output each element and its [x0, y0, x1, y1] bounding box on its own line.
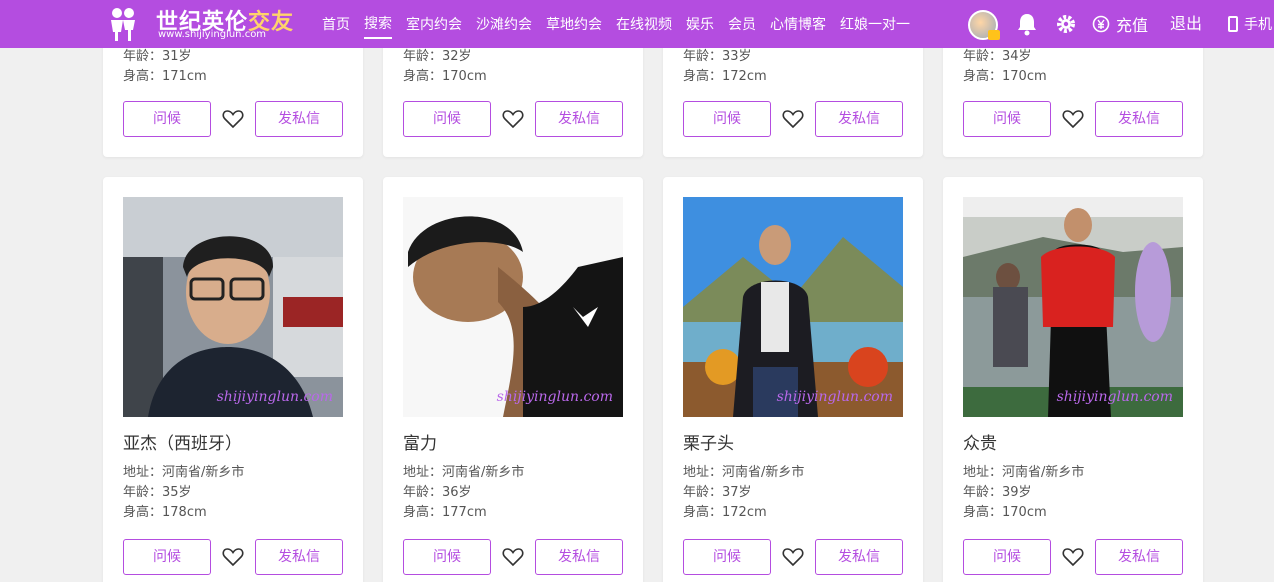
- private-message-button[interactable]: 发私信: [815, 101, 903, 137]
- recharge-button[interactable]: 充值: [1092, 11, 1148, 37]
- profile-card: shijiyinglun.com 栗子头 地址：河南省/新乡市 年龄：37岁 身…: [663, 177, 923, 582]
- profile-photo-image: [123, 197, 343, 417]
- photo-watermark: shijiyinglun.com: [776, 389, 893, 405]
- profile-height: 身高：170cm: [963, 69, 1047, 84]
- yuan-coin-icon: [1092, 15, 1110, 33]
- private-message-button[interactable]: 发私信: [535, 101, 623, 137]
- greet-button[interactable]: 问候: [403, 101, 491, 137]
- greet-button[interactable]: 问候: [683, 539, 771, 575]
- nav-item-beach-date[interactable]: 沙滩约会: [476, 10, 532, 38]
- heart-icon[interactable]: [1062, 109, 1084, 129]
- site-logo[interactable]: 世纪英伦交友 www.shijiyinglun.com: [104, 2, 304, 46]
- nav-item-search[interactable]: 搜索: [364, 9, 392, 39]
- mobile-link[interactable]: 手机: [1228, 11, 1272, 37]
- greet-button[interactable]: 问候: [123, 539, 211, 575]
- nav-item-indoor-date[interactable]: 室内约会: [406, 10, 462, 38]
- greet-button[interactable]: 问候: [963, 539, 1051, 575]
- recharge-label: 充值: [1116, 16, 1149, 35]
- profile-age: 年龄：36岁: [403, 485, 472, 500]
- profile-height: 身高：170cm: [963, 505, 1047, 520]
- logout-button[interactable]: 退出: [1170, 11, 1202, 37]
- heart-icon[interactable]: [502, 109, 524, 129]
- profile-address: 地址：河南省/新乡市: [683, 465, 805, 480]
- nav-item-online-video[interactable]: 在线视频: [616, 10, 672, 38]
- profile-age: 年龄：39岁: [963, 485, 1032, 500]
- profile-address: 地址：河南省/新乡市: [403, 465, 525, 480]
- profile-name[interactable]: 亚杰（西班牙）: [123, 429, 242, 454]
- greet-button[interactable]: 问候: [683, 101, 771, 137]
- nav-item-matchmaker[interactable]: 红娘一对一: [840, 10, 910, 38]
- heart-icon[interactable]: [222, 109, 244, 129]
- profile-name[interactable]: 栗子头: [683, 429, 734, 454]
- profile-photo-image: [683, 197, 903, 417]
- private-message-button[interactable]: 发私信: [815, 539, 903, 575]
- heart-icon[interactable]: [782, 547, 804, 567]
- profile-photo[interactable]: shijiyinglun.com: [963, 197, 1183, 417]
- heart-icon[interactable]: [222, 547, 244, 567]
- user-avatar[interactable]: [968, 10, 1000, 40]
- heart-icon[interactable]: [502, 547, 524, 567]
- profile-photo[interactable]: shijiyinglun.com: [123, 197, 343, 417]
- greet-button[interactable]: 问候: [963, 101, 1051, 137]
- private-message-button[interactable]: 发私信: [255, 101, 343, 137]
- photo-watermark: shijiyinglun.com: [496, 389, 613, 405]
- mobile-phone-icon: [1228, 16, 1238, 32]
- profile-height: 身高：178cm: [123, 505, 207, 520]
- bell-icon[interactable]: [1016, 12, 1038, 36]
- heart-icon[interactable]: [1062, 547, 1084, 567]
- mobile-label: 手机: [1244, 17, 1272, 33]
- main-nav: 首页 搜索 室内约会 沙滩约会 草地约会 在线视频 娱乐 会员 心情博客 红娘一…: [322, 0, 924, 48]
- profile-card: shijiyinglun.com 富力 地址：河南省/新乡市 年龄：36岁 身高…: [383, 177, 643, 582]
- private-message-button[interactable]: 发私信: [535, 539, 623, 575]
- greet-button[interactable]: 问候: [403, 539, 491, 575]
- profile-card: shijiyinglun.com 众贵 地址：河南省/新乡市 年龄：39岁 身高…: [943, 177, 1203, 582]
- private-message-button[interactable]: 发私信: [1095, 101, 1183, 137]
- photo-watermark: shijiyinglun.com: [1056, 389, 1173, 405]
- nav-item-entertainment[interactable]: 娱乐: [686, 10, 714, 38]
- heart-icon[interactable]: [782, 109, 804, 129]
- profile-age: 年龄：37岁: [683, 485, 752, 500]
- profile-photo[interactable]: shijiyinglun.com: [403, 197, 623, 417]
- couple-logo-icon: [111, 8, 135, 41]
- profile-height: 身高：171cm: [123, 69, 207, 84]
- private-message-button[interactable]: 发私信: [1095, 539, 1183, 575]
- gear-icon[interactable]: [1055, 13, 1077, 35]
- profile-height: 身高：170cm: [403, 69, 487, 84]
- profile-photo-image: [403, 197, 623, 417]
- profile-card: shijiyinglun.com 亚杰（西班牙） 地址：河南省/新乡市 年龄：3…: [103, 177, 363, 582]
- private-message-button[interactable]: 发私信: [255, 539, 343, 575]
- logo-url: www.shijiyinglun.com: [158, 29, 267, 40]
- profile-address: 地址：河南省/新乡市: [963, 465, 1085, 480]
- profile-name[interactable]: 众贵: [963, 429, 997, 454]
- photo-watermark: shijiyinglun.com: [216, 389, 333, 405]
- profile-photo[interactable]: shijiyinglun.com: [683, 197, 903, 417]
- profile-height: 身高：172cm: [683, 69, 767, 84]
- nav-item-lawn-date[interactable]: 草地约会: [546, 10, 602, 38]
- nav-item-mood-blog[interactable]: 心情博客: [770, 10, 826, 38]
- profile-name[interactable]: 富力: [403, 429, 437, 454]
- profile-height: 身高：177cm: [403, 505, 487, 520]
- nav-item-home[interactable]: 首页: [322, 10, 350, 38]
- profile-photo-image: [963, 197, 1183, 417]
- profile-age: 年龄：35岁: [123, 485, 192, 500]
- top-navigation-bar: 世纪英伦交友 www.shijiyinglun.com 首页 搜索 室内约会 沙…: [0, 0, 1274, 48]
- greet-button[interactable]: 问候: [123, 101, 211, 137]
- nav-item-membership[interactable]: 会员: [728, 10, 756, 38]
- profile-address: 地址：河南省/新乡市: [123, 465, 245, 480]
- profile-height: 身高：172cm: [683, 505, 767, 520]
